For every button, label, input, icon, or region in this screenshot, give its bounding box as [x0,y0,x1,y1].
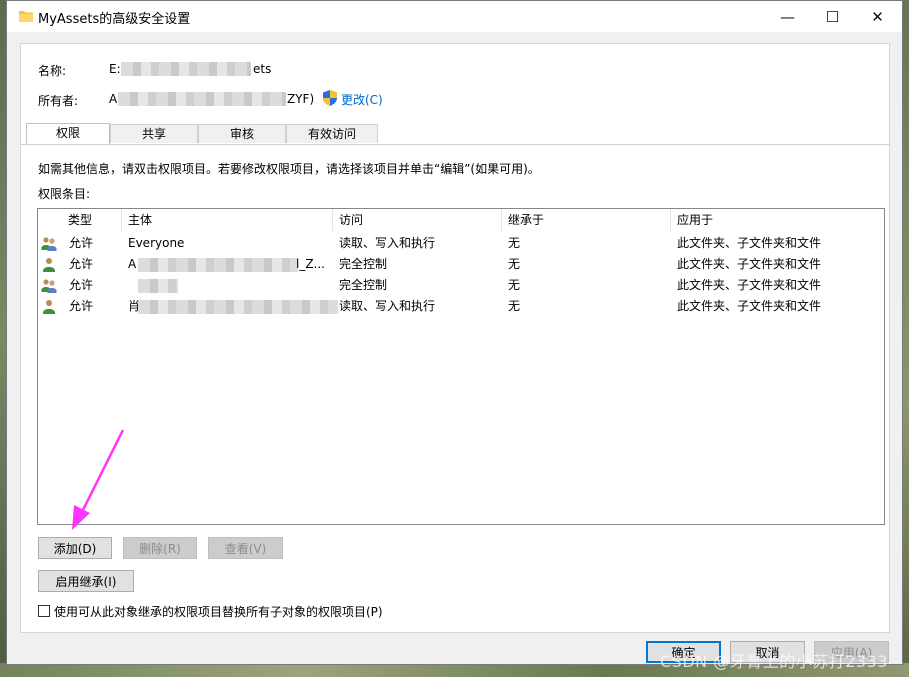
row-type: 允许 [69,299,94,313]
row-applies-to: 此文件夹、子文件夹和文件 [677,299,822,313]
change-owner-link[interactable]: 更改(C) [341,91,383,108]
minimize-icon: — [780,7,795,26]
replace-child-permissions-label[interactable]: 使用可从此对象继承的权限项目替换所有子对象的权限项目(P) [54,603,383,620]
view-button[interactable]: 查看(V) [208,537,283,559]
permission-entries-label: 权限条目: [38,187,91,201]
row-access: 完全控制 [339,257,388,271]
watermark-text: CSDN @牙膏上的小苏打2333 [660,652,888,671]
name-label: 名称: [38,64,67,78]
tab-effective-access[interactable]: 有效访问 [286,124,378,143]
close-icon: ✕ [871,7,884,26]
row-inherited-from: 无 [508,278,521,292]
add-button[interactable]: 添加(D) [38,537,112,559]
row-access: 读取、写入和执行 [339,236,436,250]
group-icon [41,279,57,293]
row-principal: Everyone [128,236,185,250]
row-applies-to: 此文件夹、子文件夹和文件 [677,236,822,250]
owner-label: 所有者: [38,94,79,108]
redacted-owner [118,92,286,106]
owner-value-end: ZYF) [287,92,315,106]
row-inherited-from: 无 [508,299,521,313]
list-item[interactable]: 允许 肖 读取、写入和执行 无 此文件夹、子文件夹和文件 [38,296,884,317]
tab-divider [21,144,889,145]
advanced-security-settings-window: MyAssets的高级安全设置 — ☐ ✕ 名称: E: ets 所有者: A … [6,0,903,665]
column-header-inherited-from[interactable]: 继承于 [502,209,671,231]
row-principal: A [128,257,137,271]
row-type: 允许 [69,236,94,250]
maximize-button[interactable]: ☐ [810,1,855,32]
group-icon [41,237,57,251]
permission-entries-list[interactable]: 类型 主体 访问 继承于 应用于 允许 Everyone 读取、写入和执行 无 … [37,208,885,525]
list-item[interactable]: 允许 完全控制 无 此文件夹、子文件夹和文件 [38,275,884,296]
owner-value-start: A [109,92,118,106]
tab-sharing[interactable]: 共享 [110,124,198,143]
close-button[interactable]: ✕ [855,1,900,32]
uac-shield-icon [323,90,337,106]
row-inherited-from: 无 [508,257,521,271]
info-text: 如需其他信息，请双击权限项目。若要修改权限项目，请选择该项目并单击“编辑”(如果… [38,162,540,176]
row-inherited-from: 无 [508,236,521,250]
user-icon [43,300,55,314]
redacted-principal [138,258,298,272]
row-type: 允许 [69,257,94,271]
column-header-principal[interactable]: 主体 [122,209,333,231]
row-access: 读取、写入和执行 [339,299,436,313]
column-header-access[interactable]: 访问 [333,209,502,231]
row-type: 允许 [69,278,94,292]
replace-child-permissions-checkbox[interactable] [38,605,50,617]
row-principal-tail: l_Z... [296,257,325,271]
row-applies-to: 此文件夹、子文件夹和文件 [677,257,822,271]
folder-icon [19,11,33,22]
row-access: 完全控制 [339,278,388,292]
window-title: MyAssets的高级安全设置 [38,12,191,27]
tab-auditing[interactable]: 审核 [198,124,286,143]
redacted-principal [138,300,338,314]
delete-button[interactable]: 删除(R) [123,537,197,559]
column-header-type[interactable]: 类型 [62,209,122,231]
list-header: 类型 主体 访问 继承于 应用于 [38,209,884,231]
main-panel: 名称: E: ets 所有者: A ZYF) 更改(C) 权限 共享 审核 有效… [20,43,890,633]
redacted-principal [138,279,178,293]
tab-permissions[interactable]: 权限 [26,123,110,144]
maximize-icon: ☐ [825,7,840,26]
column-header-applies-to[interactable]: 应用于 [671,209,884,231]
minimize-button[interactable]: — [765,1,810,32]
list-item[interactable]: 允许 A l_Z... 完全控制 无 此文件夹、子文件夹和文件 [38,254,884,275]
user-icon [43,258,55,272]
name-value-end: ets [253,62,272,76]
name-value-start: E: [109,62,121,76]
list-item[interactable]: 允许 Everyone 读取、写入和执行 无 此文件夹、子文件夹和文件 [38,233,884,254]
row-applies-to: 此文件夹、子文件夹和文件 [677,278,822,292]
enable-inheritance-button[interactable]: 启用继承(I) [38,570,134,592]
redacted-name [121,62,251,76]
title-bar[interactable]: MyAssets的高级安全设置 — ☐ ✕ [7,1,902,32]
